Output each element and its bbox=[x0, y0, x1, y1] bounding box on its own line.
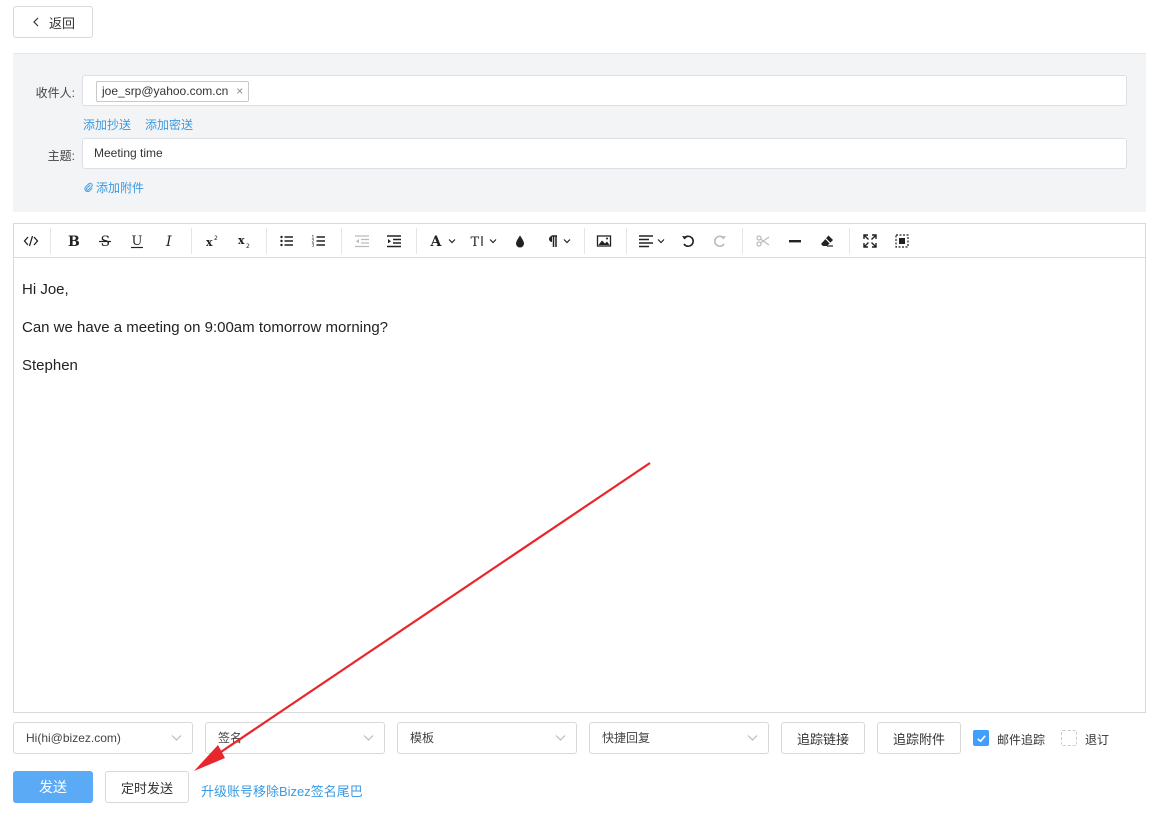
paragraph-icon[interactable] bbox=[541, 224, 573, 257]
outdent-icon[interactable] bbox=[352, 224, 372, 257]
numbered-list-icon[interactable]: 123 bbox=[309, 224, 329, 257]
body-line: Hi Joe, bbox=[22, 281, 69, 298]
italic-icon[interactable]: I bbox=[159, 224, 179, 257]
toolbar-divider bbox=[626, 228, 627, 254]
signature-select[interactable]: 签名 bbox=[205, 722, 385, 754]
toolbar-divider bbox=[742, 228, 743, 254]
track-links-button[interactable]: 追踪链接 bbox=[781, 722, 865, 754]
redo-icon[interactable] bbox=[710, 224, 730, 257]
chevron-down-icon bbox=[448, 238, 455, 243]
chevron-down-icon bbox=[747, 735, 758, 741]
track-attachments-button[interactable]: 追踪附件 bbox=[877, 722, 961, 754]
checkmark-icon bbox=[976, 734, 986, 742]
quick-reply-select[interactable]: 快捷回复 bbox=[589, 722, 769, 754]
chevron-down-icon bbox=[171, 735, 182, 741]
cc-bcc-links: 添加抄送 添加密送 bbox=[83, 116, 193, 133]
add-bcc-link[interactable]: 添加密送 bbox=[145, 116, 193, 133]
chevron-down-icon bbox=[563, 238, 570, 243]
bullet-list-icon[interactable] bbox=[277, 224, 297, 257]
recipient-email: joe_srp@yahoo.com.cn bbox=[102, 84, 229, 98]
template-select[interactable]: 模板 bbox=[397, 722, 577, 754]
compose-header: 收件人: joe_srp@yahoo.com.cn × 添加抄送 添加密送 主题… bbox=[13, 53, 1146, 212]
chevron-left-icon bbox=[33, 17, 39, 27]
editor-toolbar: B S U I x2 x2 123 A T bbox=[14, 224, 1145, 258]
svg-text:2: 2 bbox=[214, 235, 218, 242]
scheduled-send-button[interactable]: 定时发送 bbox=[105, 771, 189, 803]
indent-icon[interactable] bbox=[384, 224, 404, 257]
upgrade-link[interactable]: 升级账号移除Bizez签名尾巴 bbox=[201, 781, 363, 800]
background-color-icon[interactable] bbox=[511, 224, 529, 257]
to-field[interactable]: joe_srp@yahoo.com.cn × bbox=[82, 75, 1127, 106]
strikethrough-icon[interactable]: S bbox=[95, 224, 115, 257]
bold-icon[interactable]: B bbox=[63, 224, 83, 257]
mail-tracking-checkbox[interactable] bbox=[973, 730, 989, 746]
quick-reply-value: 快捷回复 bbox=[602, 731, 651, 745]
paperclip-icon bbox=[84, 182, 93, 193]
toolbar-divider bbox=[416, 228, 417, 254]
toolbar-divider bbox=[266, 228, 267, 254]
toolbar-divider bbox=[584, 228, 585, 254]
sender-value: Hi(hi@bizez.com) bbox=[26, 731, 121, 745]
cut-icon[interactable] bbox=[753, 224, 773, 257]
chevron-down-icon bbox=[555, 735, 566, 741]
underline-icon[interactable]: U bbox=[127, 224, 147, 257]
subject-field[interactable]: Meeting time bbox=[82, 138, 1127, 169]
mail-tracking-label: 邮件追踪 bbox=[997, 733, 1046, 747]
add-attachment-link[interactable]: 添加附件 bbox=[83, 179, 144, 196]
font-color-icon[interactable]: A bbox=[427, 224, 457, 257]
svg-text:I: I bbox=[165, 234, 172, 249]
template-value: 模板 bbox=[410, 731, 435, 745]
to-label: 收件人: bbox=[35, 86, 75, 100]
body-line: Can we have a meeting on 9:00am tomorrow… bbox=[22, 319, 389, 336]
rich-text-editor: B S U I x2 x2 123 A T Hi Joe, Can we hav… bbox=[13, 223, 1146, 713]
undo-icon[interactable] bbox=[678, 224, 698, 257]
signature-value: 签名 bbox=[218, 731, 243, 745]
image-icon[interactable] bbox=[594, 224, 614, 257]
svg-text:B: B bbox=[68, 234, 80, 249]
subscript-icon[interactable]: x2 bbox=[234, 224, 254, 257]
chevron-down-icon bbox=[363, 735, 374, 741]
horizontal-rule-icon[interactable] bbox=[785, 224, 805, 257]
subject-label: 主题: bbox=[47, 149, 75, 163]
eraser-icon[interactable] bbox=[817, 224, 837, 257]
add-attachment-label: 添加附件 bbox=[96, 181, 145, 195]
code-icon[interactable] bbox=[20, 224, 42, 257]
align-icon[interactable] bbox=[635, 224, 667, 257]
body-line: Stephen bbox=[22, 357, 78, 374]
remove-recipient-icon[interactable]: × bbox=[236, 82, 243, 101]
svg-text:U: U bbox=[132, 234, 143, 249]
svg-text:A: A bbox=[429, 234, 442, 249]
sender-select[interactable]: Hi(hi@bizez.com) bbox=[13, 722, 193, 754]
add-cc-link[interactable]: 添加抄送 bbox=[83, 116, 131, 133]
chevron-down-icon bbox=[489, 238, 496, 243]
svg-text:x: x bbox=[238, 234, 245, 247]
fullscreen-icon[interactable] bbox=[860, 224, 880, 257]
superscript-icon[interactable]: x2 bbox=[202, 224, 222, 257]
font-size-icon[interactable]: T bbox=[466, 224, 500, 257]
toolbar-divider bbox=[341, 228, 342, 254]
svg-text:2: 2 bbox=[246, 243, 250, 249]
send-button[interactable]: 发送 bbox=[13, 771, 93, 803]
svg-text:x: x bbox=[206, 236, 213, 249]
unsubscribe-checkbox[interactable] bbox=[1061, 730, 1077, 746]
editor-content[interactable]: Hi Joe, Can we have a meeting on 9:00am … bbox=[14, 258, 1145, 414]
select-all-icon[interactable] bbox=[892, 224, 912, 257]
toolbar-divider bbox=[849, 228, 850, 254]
chevron-down-icon bbox=[657, 238, 664, 243]
svg-text:T: T bbox=[470, 235, 479, 249]
unsubscribe-label: 退订 bbox=[1085, 733, 1110, 747]
back-button-label: 返回 bbox=[48, 15, 75, 31]
svg-text:3: 3 bbox=[312, 242, 315, 248]
back-button[interactable]: 返回 bbox=[13, 6, 93, 38]
toolbar-divider bbox=[191, 228, 192, 254]
toolbar-divider bbox=[50, 228, 51, 254]
recipient-tag: joe_srp@yahoo.com.cn × bbox=[96, 81, 250, 102]
